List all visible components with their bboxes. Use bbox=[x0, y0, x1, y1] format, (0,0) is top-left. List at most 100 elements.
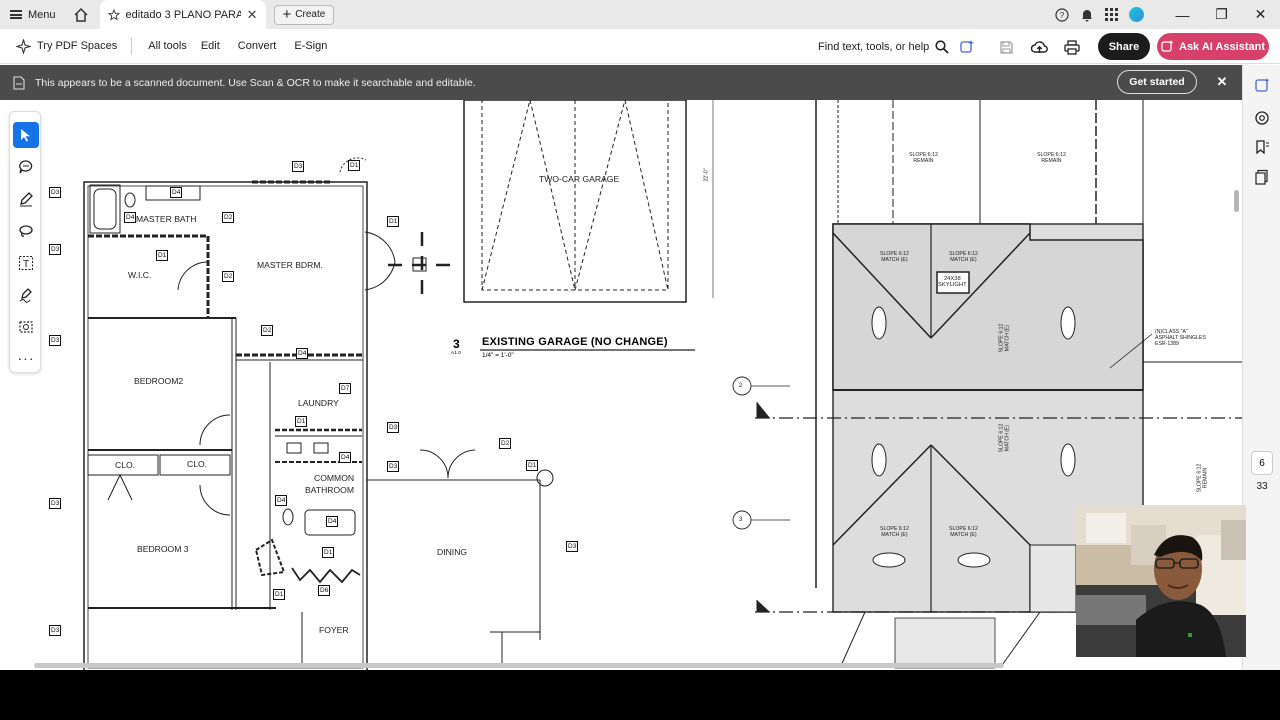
home-icon bbox=[74, 7, 88, 22]
menu-label: Menu bbox=[28, 8, 56, 21]
create-button[interactable]: + Create bbox=[273, 4, 335, 25]
highlight-tool-button[interactable] bbox=[13, 186, 39, 212]
detail-scale: 1/4" = 1'-0" bbox=[482, 352, 514, 359]
find-tools-search[interactable]: Find text, tools, or help bbox=[818, 29, 949, 64]
horizontal-scrollbar[interactable] bbox=[34, 663, 1004, 668]
pages-panel-button[interactable] bbox=[1252, 167, 1272, 187]
menu-esign[interactable]: E-Sign bbox=[292, 40, 329, 52]
home-button[interactable] bbox=[66, 0, 96, 29]
share-button[interactable]: Share bbox=[1098, 33, 1150, 60]
banner-close-icon[interactable]: ✕ bbox=[1214, 74, 1230, 90]
try-pdf-spaces-button[interactable]: Try PDF Spaces bbox=[0, 38, 127, 54]
room-label-bedroom2: BEDROOM2 bbox=[134, 376, 184, 386]
image-tool-button[interactable] bbox=[13, 314, 39, 340]
room-label-master-bath: MASTER BATH bbox=[136, 214, 197, 224]
svg-text:T: T bbox=[23, 259, 29, 270]
ai-spark-button[interactable] bbox=[955, 35, 979, 59]
door-tag: D4 bbox=[296, 348, 309, 359]
save-button[interactable] bbox=[994, 35, 1018, 59]
detail-number: 3 bbox=[453, 337, 460, 351]
room-label-dining: DINING bbox=[437, 547, 468, 557]
ai-spark-icon bbox=[960, 40, 974, 53]
shingles-note: (N)CLASS "A" ASPHALT SHINGLES ESR-1389 bbox=[1155, 329, 1206, 347]
restore-button[interactable]: ❐ bbox=[1202, 0, 1241, 29]
print-button[interactable] bbox=[1060, 35, 1084, 59]
apps-grid-icon bbox=[1105, 8, 1118, 21]
more-tools-button[interactable]: ··· bbox=[13, 345, 39, 371]
screen-bottom-area bbox=[0, 670, 1280, 720]
menu-convert[interactable]: Convert bbox=[222, 40, 293, 52]
comment-tool-button[interactable] bbox=[13, 154, 39, 180]
close-window-button[interactable]: ✕ bbox=[1241, 0, 1280, 29]
notifications-button[interactable] bbox=[1074, 0, 1099, 29]
bookmark-icon bbox=[1256, 140, 1269, 155]
vertical-scrollbar[interactable] bbox=[1234, 190, 1239, 212]
menu-all-tools[interactable]: All tools bbox=[136, 40, 199, 52]
ask-ai-assistant-button[interactable]: Ask AI Assistant bbox=[1157, 33, 1269, 60]
close-icon: ✕ bbox=[1254, 6, 1267, 22]
help-button[interactable]: ? bbox=[1049, 0, 1074, 29]
apps-button[interactable] bbox=[1099, 0, 1124, 29]
cursor-arrow-icon bbox=[21, 129, 30, 142]
ocr-notice-text: This appears to be a scanned document. U… bbox=[35, 76, 476, 89]
grid-bubble-label: 3 bbox=[739, 517, 743, 523]
door-tag: D4 bbox=[124, 212, 137, 223]
door-tag: D4 bbox=[170, 187, 183, 198]
door-tag: D1 bbox=[295, 416, 308, 427]
menu-button[interactable]: Menu bbox=[0, 0, 66, 29]
select-tool-button[interactable] bbox=[13, 122, 39, 148]
menu-edit[interactable]: Edit bbox=[199, 40, 222, 52]
current-page-input[interactable]: 6 bbox=[1251, 451, 1273, 475]
printer-icon bbox=[1064, 39, 1080, 55]
account-button[interactable] bbox=[1124, 0, 1149, 29]
tab-close-icon[interactable]: ✕ bbox=[247, 7, 258, 23]
try-pdf-spaces-label: Try PDF Spaces bbox=[37, 40, 118, 52]
sign-tool-button[interactable] bbox=[13, 282, 39, 308]
roof-slope-label: SLOPE 6:12 MATCH (E) bbox=[949, 526, 978, 538]
scan-document-icon bbox=[13, 75, 25, 90]
more-dots-icon: ··· bbox=[17, 350, 35, 366]
roof-slope-label: SLOPE 6:12 MATCH (E) bbox=[880, 251, 909, 263]
room-label-laundry: LAUNDRY bbox=[298, 398, 339, 408]
room-label-garage: TWO-CAR GARAGE bbox=[539, 174, 620, 184]
door-tag: D3 bbox=[49, 498, 62, 509]
door-tag: D3 bbox=[292, 161, 305, 172]
hamburger-icon bbox=[10, 10, 22, 19]
acrobat-window: Menu editado 3 PLANO PARA L... ✕ + Creat… bbox=[0, 0, 1280, 720]
comment-icon bbox=[19, 160, 33, 174]
toolbar-divider bbox=[131, 37, 133, 55]
right-side-rail: 6 33 bbox=[1242, 65, 1280, 670]
svg-text:?: ? bbox=[1059, 11, 1064, 20]
door-tag: D4 bbox=[339, 452, 352, 463]
document-viewport[interactable] bbox=[0, 100, 1242, 670]
minimize-button[interactable]: — bbox=[1163, 0, 1202, 29]
star-icon[interactable] bbox=[107, 8, 120, 21]
comments-panel-button[interactable] bbox=[1252, 108, 1272, 128]
grid-bubble-label: 2 bbox=[739, 383, 743, 389]
webcam-video-image bbox=[1076, 505, 1246, 657]
roof-slope-label: SLOPE 6:12 MATCH (E) bbox=[949, 251, 978, 263]
ai-panel-button[interactable] bbox=[1252, 75, 1272, 95]
floor-plan-drawing bbox=[83, 100, 1242, 670]
title-bar: Menu editado 3 PLANO PARA L... ✕ + Creat… bbox=[0, 0, 1280, 29]
roof-slope-label: SLOPE 6:12 REMAIN bbox=[1037, 152, 1066, 164]
main-toolbar: Try PDF Spaces All tools Edit Convert E-… bbox=[0, 29, 1280, 64]
room-label-common: COMMON bbox=[314, 473, 355, 483]
door-tag: D3 bbox=[387, 422, 400, 433]
door-tag: D3 bbox=[387, 461, 400, 472]
door-tag: D3 bbox=[566, 541, 579, 552]
plus-icon: + bbox=[282, 6, 292, 23]
get-started-button[interactable]: Get started bbox=[1117, 70, 1197, 94]
at-comment-icon bbox=[1255, 111, 1269, 125]
text-box-icon: T bbox=[18, 255, 34, 271]
door-tag: D2 bbox=[222, 212, 235, 223]
ask-ai-label: Ask AI Assistant bbox=[1179, 40, 1265, 53]
find-label: Find text, tools, or help bbox=[818, 40, 930, 53]
lasso-tool-button[interactable] bbox=[13, 218, 39, 244]
bookmarks-panel-button[interactable] bbox=[1252, 137, 1272, 157]
spaces-icon bbox=[16, 38, 31, 54]
door-tag: D1 bbox=[273, 589, 286, 600]
tab-document[interactable]: editado 3 PLANO PARA L... ✕ bbox=[99, 0, 266, 29]
upload-button[interactable] bbox=[1027, 35, 1051, 59]
text-tool-button[interactable]: T bbox=[13, 250, 39, 276]
